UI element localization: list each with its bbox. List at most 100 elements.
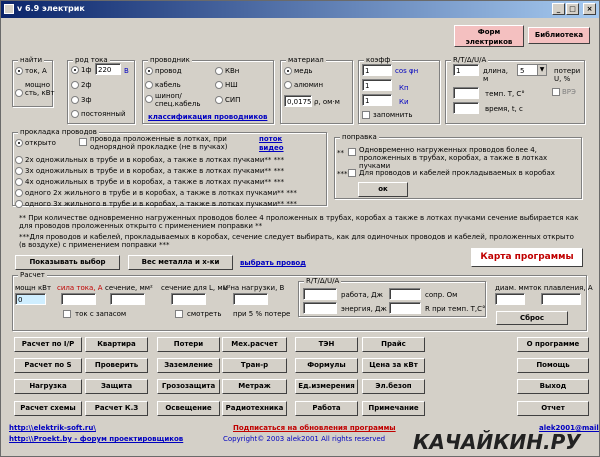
laying-opt6-radio[interactable]: [15, 200, 23, 208]
mat-copper-radio[interactable]: [284, 67, 292, 75]
coef-k2-input[interactable]: 1: [362, 79, 392, 91]
r-at-temp-input[interactable]: [389, 302, 421, 314]
mat-aluminum-radio[interactable]: [284, 81, 292, 89]
flow-link[interactable]: поток: [259, 135, 282, 143]
conductor-class-link[interactable]: классификация проводников: [148, 113, 267, 121]
radio-tech-button[interactable]: Радиотехника: [222, 401, 287, 416]
losses-button[interactable]: Потери: [157, 337, 220, 352]
minimize-button[interactable]: _: [552, 3, 565, 15]
temp-input[interactable]: [453, 87, 479, 99]
program-map-button[interactable]: Карта программы: [471, 248, 583, 267]
flow-link2[interactable]: видео: [259, 144, 284, 152]
current-result-input[interactable]: [61, 293, 96, 305]
laying-opt2-radio[interactable]: [15, 156, 23, 164]
lighting-button[interactable]: Освещение: [157, 401, 220, 416]
library-button[interactable]: Библиотека: [528, 27, 590, 44]
power-input[interactable]: 0: [15, 293, 46, 305]
cond-kvn-radio[interactable]: [215, 67, 223, 75]
price-button[interactable]: Прайс: [362, 337, 425, 352]
energy-label: энергия, Дж: [341, 305, 387, 313]
correction-boxes-checkbox[interactable]: [348, 169, 356, 177]
load-button[interactable]: Нагрузка: [14, 379, 82, 394]
calc-scheme-button[interactable]: Расчет схемы: [14, 401, 82, 416]
show-selection-button[interactable]: Показывать выбор: [15, 255, 120, 270]
site-link[interactable]: http:\\elektrik-soft.ru\: [9, 424, 96, 432]
close-button[interactable]: ×: [583, 3, 596, 15]
work-button[interactable]: Работа: [295, 401, 358, 416]
metrage-button[interactable]: Метраж: [222, 379, 287, 394]
length-input[interactable]: 1: [453, 64, 479, 76]
calc-by-s-button[interactable]: Расчет по S: [14, 358, 82, 373]
laying-opt5-radio[interactable]: [15, 189, 23, 197]
cond-busbar-radio[interactable]: [145, 95, 153, 103]
find-legend: найти: [18, 56, 45, 64]
with-reserve-checkbox[interactable]: [63, 310, 71, 318]
load-u-input[interactable]: [233, 293, 268, 305]
laying-open-radio[interactable]: [15, 139, 23, 147]
select-wire-link[interactable]: выбрать провод: [240, 259, 306, 267]
ok-button[interactable]: ок: [358, 182, 408, 197]
correction-mark-2: ***: [337, 170, 348, 178]
laying-opt3-radio[interactable]: [15, 167, 23, 175]
losses-select[interactable]: 5 ▼: [517, 64, 547, 76]
exit-button[interactable]: Выход: [517, 379, 589, 394]
view-checkbox[interactable]: [175, 310, 183, 318]
maximize-button[interactable]: □: [566, 3, 579, 15]
length-label: длина, м: [483, 67, 508, 83]
mech-calc-button[interactable]: Мех.расчет: [222, 337, 287, 352]
grounding-button[interactable]: Заземление: [157, 358, 220, 373]
energy-input[interactable]: [303, 302, 337, 314]
cond-wire-radio[interactable]: [145, 67, 153, 75]
view-label: смотреть: [187, 310, 222, 318]
cond-cable-radio[interactable]: [145, 81, 153, 89]
short-circuit-button[interactable]: Расчет К.З: [85, 401, 148, 416]
formulas-button[interactable]: Формулы: [295, 358, 358, 373]
el-safety-button[interactable]: Эл.безоп: [362, 379, 425, 394]
work-input[interactable]: [303, 288, 337, 300]
correction-4plus-checkbox[interactable]: [348, 148, 356, 156]
protection-button[interactable]: Защита: [85, 379, 148, 394]
voltage-input[interactable]: 220: [95, 63, 121, 75]
time-input[interactable]: [453, 102, 479, 114]
current-1f-radio[interactable]: [71, 66, 79, 74]
laying-open-checkbox[interactable]: [79, 138, 87, 146]
cond-nsh-radio[interactable]: [215, 81, 223, 89]
pt-checkbox[interactable]: [552, 88, 560, 96]
apartment-button[interactable]: Квартира: [85, 337, 148, 352]
resist-label: сопр. Ом: [425, 291, 458, 299]
coef-k3-input[interactable]: 1: [362, 94, 392, 106]
subscribe-link[interactable]: Подписаться на обновления программы: [233, 424, 396, 432]
lightning-protection-button[interactable]: Грозозащита: [157, 379, 220, 394]
current-3f-radio[interactable]: [71, 96, 79, 104]
coef-k2-label: Кп: [399, 84, 409, 92]
remember-checkbox[interactable]: [362, 111, 370, 119]
transformer-button[interactable]: Тран-р: [222, 358, 287, 373]
find-current-radio[interactable]: [15, 67, 23, 75]
help-button[interactable]: Помощь: [517, 358, 589, 373]
current-2f-radio[interactable]: [71, 81, 79, 89]
coef-k1-input[interactable]: 1: [362, 64, 392, 76]
ten-button[interactable]: ТЭН: [295, 337, 358, 352]
reset-button[interactable]: Сброс: [496, 311, 568, 325]
metal-weight-button[interactable]: Вес металла и х-ки: [128, 255, 233, 270]
rtlua-legend: R/T/Δ/U/A: [451, 56, 489, 64]
calc-by-ip-button[interactable]: Расчет по I/P: [14, 337, 82, 352]
price-per-kwt-button[interactable]: Цена за кВт: [362, 358, 425, 373]
melt-current-input[interactable]: [541, 293, 581, 305]
cond-sip-radio[interactable]: [215, 96, 223, 104]
forms-button[interactable]: Форм электриков: [454, 25, 524, 47]
find-power-radio[interactable]: [15, 89, 23, 97]
note-button[interactable]: Примечание: [362, 401, 425, 416]
report-button[interactable]: Отчет: [517, 401, 589, 416]
resistivity-input[interactable]: 0,0175: [284, 95, 312, 107]
current-dc-radio[interactable]: [71, 110, 79, 118]
units-button[interactable]: Ед.измерения: [295, 379, 358, 394]
about-button[interactable]: О программе: [517, 337, 589, 352]
forum-link[interactable]: http:\\Proekt.by - форум проектировщиков: [9, 435, 183, 443]
laying-opt4-radio[interactable]: [15, 178, 23, 186]
diam-input[interactable]: [495, 293, 525, 305]
resist-input[interactable]: [389, 288, 421, 300]
check-button[interactable]: Проверить: [85, 358, 148, 373]
section-l-input[interactable]: [171, 293, 206, 305]
section-input[interactable]: [110, 293, 145, 305]
